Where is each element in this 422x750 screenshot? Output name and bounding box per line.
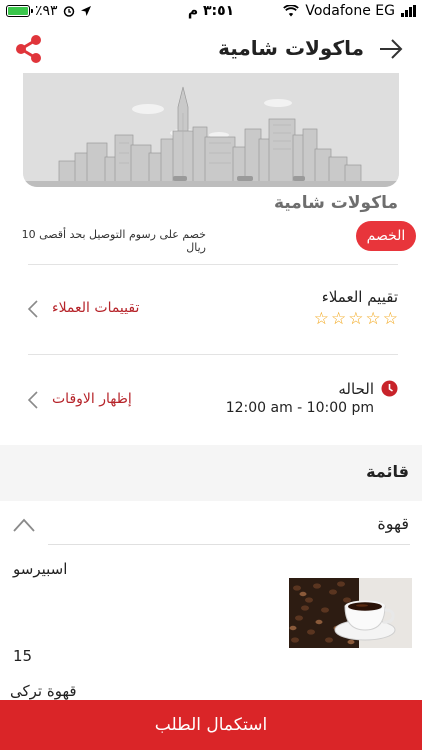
chevron-left-icon[interactable] xyxy=(26,389,40,411)
coffee-cup-image xyxy=(289,578,412,648)
menu-item-name[interactable]: قهوة تركى xyxy=(10,682,77,700)
clock-icon xyxy=(381,380,398,397)
arrow-right-icon[interactable] xyxy=(378,36,404,62)
status-bar: ٪٩٣ ٣:٥١ م Vodafone EG xyxy=(0,0,422,24)
share-icon[interactable] xyxy=(12,32,46,66)
chevron-left-icon[interactable] xyxy=(26,298,40,320)
restaurant-name: ماكولات شامية xyxy=(274,193,398,213)
status-title: الحاله xyxy=(338,380,374,398)
page-title: ماكولات شامية xyxy=(218,36,364,60)
battery-icon xyxy=(6,5,33,17)
reviews-title: تقييم العملاء xyxy=(321,288,398,306)
category-title[interactable]: قهوة xyxy=(377,514,409,533)
alarm-icon xyxy=(63,6,74,17)
show-times-link[interactable]: إظهار الاوقات xyxy=(52,391,132,407)
status-left: ٪٩٣ xyxy=(6,3,92,19)
chevron-up-icon[interactable] xyxy=(12,516,36,534)
wifi-icon xyxy=(283,5,300,17)
discount-description: خصم على رسوم التوصيل بحد أقصى 10 ريال xyxy=(21,228,206,254)
discount-badge: الخصم xyxy=(356,221,416,251)
menu-title: قائمة xyxy=(366,462,409,481)
status-time: ٣:٥١ م xyxy=(187,3,235,19)
carrier-name: Vodafone EG xyxy=(305,3,395,19)
divider xyxy=(48,544,410,545)
restaurant-banner xyxy=(23,73,399,187)
customer-reviews-link[interactable]: تقييمات العملاء xyxy=(52,300,139,316)
rating-stars: ☆☆☆☆☆ xyxy=(313,309,400,329)
menu-item-price: 15 xyxy=(13,647,33,665)
divider xyxy=(28,354,398,355)
menu-header-band xyxy=(0,445,422,501)
opening-hours: 12:00 am - 10:00 pm xyxy=(225,400,374,416)
location-icon xyxy=(80,6,91,16)
signal-icon xyxy=(401,5,416,17)
app-header: ماكولات شامية xyxy=(0,28,422,72)
battery-percent: ٪٩٣ xyxy=(35,3,58,19)
city-skyline-illustration xyxy=(23,73,399,187)
divider xyxy=(28,264,398,265)
menu-item-image[interactable] xyxy=(289,578,412,648)
complete-order-button[interactable]: استكمال الطلب xyxy=(0,700,422,750)
status-right: Vodafone EG xyxy=(283,3,416,19)
menu-item-name[interactable]: اسبيرسو xyxy=(13,560,67,578)
